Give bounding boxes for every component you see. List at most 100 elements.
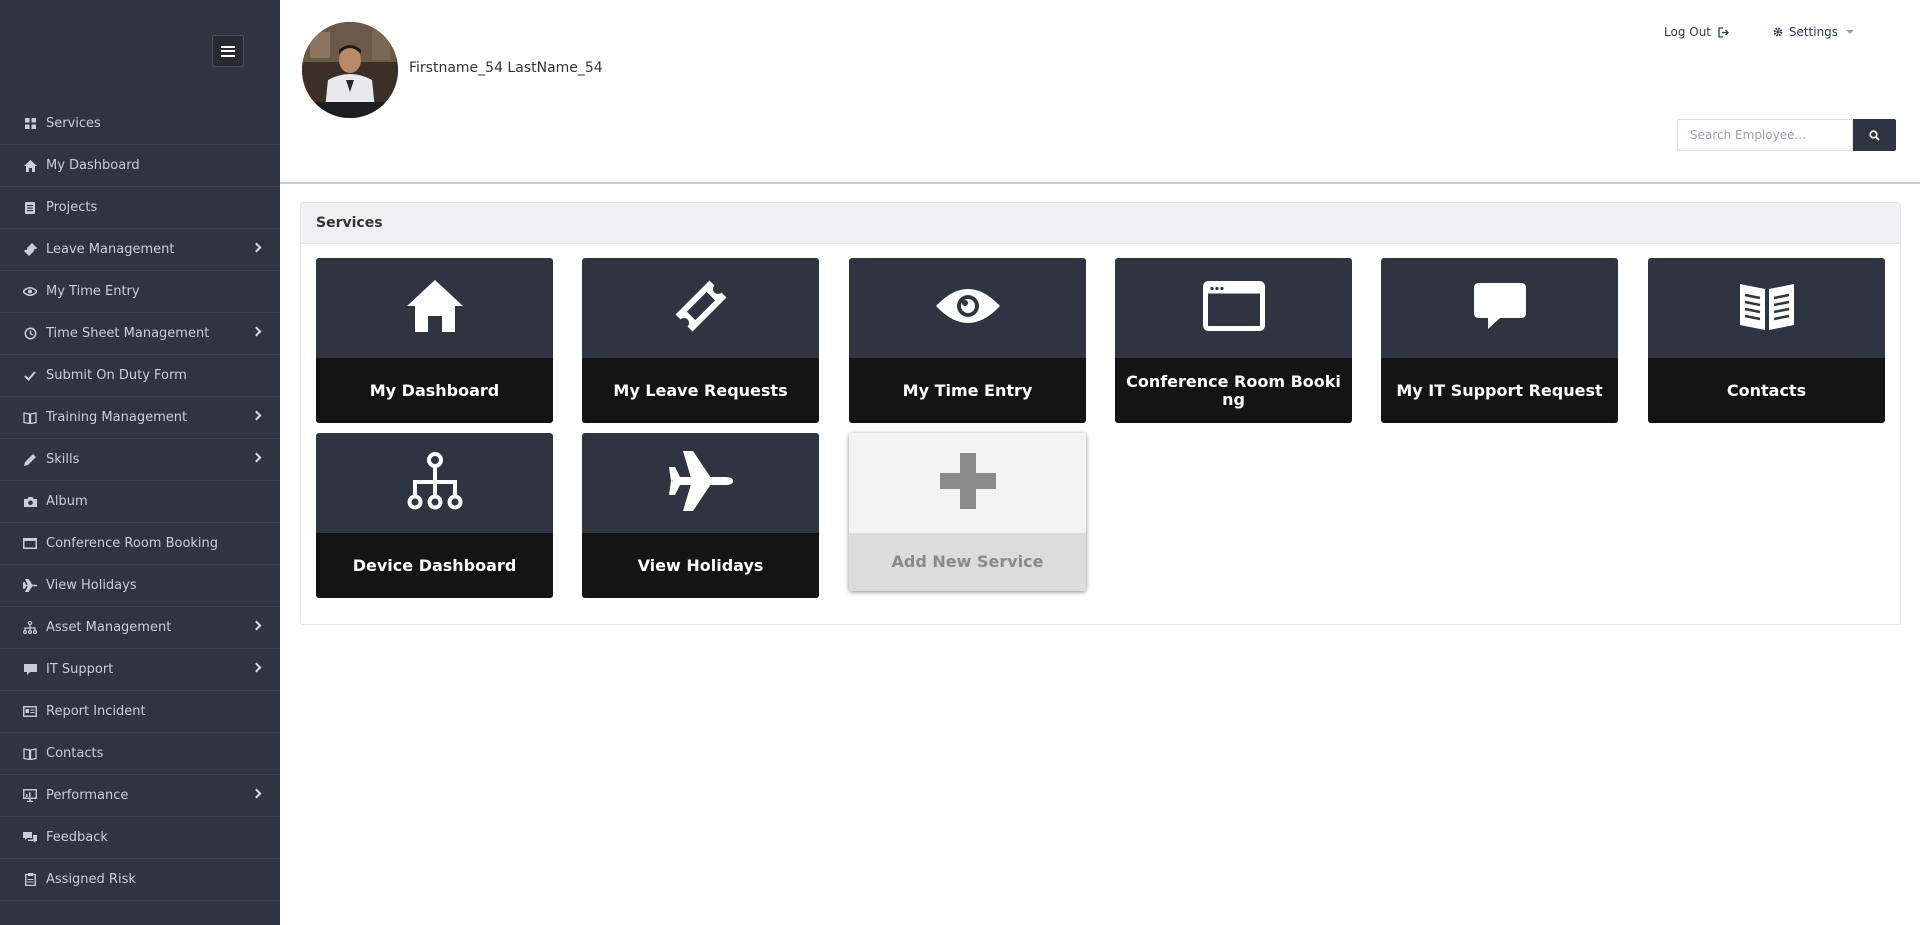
camera-icon	[23, 495, 37, 509]
chevron-right-icon	[251, 662, 262, 673]
tile-label: Contacts	[1648, 358, 1885, 423]
sidebar-item-label: My Dashboard	[46, 158, 140, 173]
sidebar-item-contacts[interactable]: Contacts	[0, 733, 280, 775]
panel-title: Services	[301, 203, 1900, 244]
sidebar-item-label: Projects	[46, 200, 98, 215]
check-icon	[23, 369, 37, 383]
search-button[interactable]	[1853, 119, 1896, 151]
tile-icon-area	[849, 433, 1086, 533]
chevron-right-icon	[251, 410, 262, 421]
sidebar-item-view-holidays[interactable]: View Holidays	[0, 565, 280, 607]
window-icon	[1202, 281, 1265, 335]
sidebar-item-label: Training Management	[46, 410, 188, 425]
history-icon	[23, 327, 37, 341]
comment-icon	[1473, 283, 1526, 333]
sidebar-item-report-incident[interactable]: Report Incident	[0, 691, 280, 733]
tile-label: My IT Support Request	[1381, 358, 1618, 423]
home-icon	[23, 159, 37, 173]
plus-icon	[939, 453, 996, 513]
search-icon	[1869, 126, 1880, 145]
sidebar-item-asset-management[interactable]: Asset Management	[0, 607, 280, 649]
settings-dropdown[interactable]: Settings	[1773, 25, 1854, 40]
document-icon	[23, 201, 37, 215]
sidebar-item-services[interactable]: Services	[0, 103, 280, 145]
chevron-right-icon	[251, 452, 262, 463]
chevron-right-icon	[251, 242, 262, 253]
book-icon	[23, 747, 37, 761]
search-employee-input[interactable]	[1677, 119, 1853, 151]
sidebar-item-leave-management[interactable]: Leave Management	[0, 229, 280, 271]
tile-my-it-support-request[interactable]: My IT Support Request	[1381, 258, 1618, 423]
sidebar-item-it-support[interactable]: IT Support	[0, 649, 280, 691]
sidebar-item-label: Feedback	[46, 830, 108, 845]
sidebar-item-label: Report Incident	[46, 704, 146, 719]
sidebar-item-performance[interactable]: Performance	[0, 775, 280, 817]
plane-icon	[668, 451, 733, 515]
sidebar-item-skills[interactable]: Skills	[0, 439, 280, 481]
sidebar-item-label: Conference Room Booking	[46, 536, 219, 551]
sidebar-item-label: Services	[46, 116, 101, 131]
sidebar-nav: Services My Dashboard Projects Leave Man…	[0, 103, 280, 901]
sidebar-item-training-management[interactable]: Training Management	[0, 397, 280, 439]
sidebar-item-label: Contacts	[46, 746, 104, 761]
plane-icon	[23, 579, 37, 593]
header: Firstname_54 LastName_54 Log Out Setting…	[280, 0, 1920, 184]
tile-label: My Dashboard	[316, 358, 553, 423]
sidebar-item-conference-room-booking[interactable]: Conference Room Booking	[0, 523, 280, 565]
sitemap-icon	[23, 621, 37, 635]
sitemap-icon	[405, 452, 465, 514]
ticket-icon	[671, 276, 731, 340]
sidebar-item-submit-on-duty-form[interactable]: Submit On Duty Form	[0, 355, 280, 397]
sidebar-item-label: Skills	[46, 452, 80, 467]
tile-add-new-service[interactable]: Add New Service	[849, 433, 1086, 591]
hamburger-icon	[221, 45, 235, 57]
sidebar-item-my-time-entry[interactable]: My Time Entry	[0, 271, 280, 313]
sidebar-item-album[interactable]: Album	[0, 481, 280, 523]
tile-label: View Holidays	[582, 533, 819, 598]
avatar[interactable]	[302, 22, 398, 118]
tile-icon-area	[849, 258, 1086, 358]
tile-my-time-entry[interactable]: My Time Entry	[849, 258, 1086, 423]
sidebar-item-label: Asset Management	[46, 620, 172, 635]
sidebar-item-projects[interactable]: Projects	[0, 187, 280, 229]
sidebar-item-label: Time Sheet Management	[46, 326, 210, 341]
gear-icon	[1773, 26, 1783, 40]
window-icon	[23, 537, 37, 551]
sidebar-item-label: Leave Management	[46, 242, 175, 257]
sidebar-item-assigned-risk[interactable]: Assigned Risk	[0, 859, 280, 901]
book-icon	[23, 411, 37, 425]
sidebar-item-label: Assigned Risk	[46, 872, 136, 887]
sidebar-item-feedback[interactable]: Feedback	[0, 817, 280, 859]
menu-toggle-button[interactable]	[212, 35, 244, 67]
grid-icon	[23, 117, 37, 131]
sidebar: Services My Dashboard Projects Leave Man…	[0, 0, 280, 925]
tile-conference-room-booking[interactable]: Conference Room Booki ng	[1115, 258, 1352, 423]
tile-icon-area	[1381, 258, 1618, 358]
sidebar-item-label: Performance	[46, 788, 129, 803]
sidebar-item-label: View Holidays	[46, 578, 137, 593]
book-open-icon	[1738, 280, 1796, 336]
sidebar-item-label: My Time Entry	[46, 284, 140, 299]
tile-label: My Time Entry	[849, 358, 1086, 423]
pencil-icon	[23, 453, 37, 467]
logout-link[interactable]: Log Out	[1664, 25, 1729, 41]
settings-label: Settings	[1788, 25, 1839, 39]
tile-icon-area	[582, 433, 819, 533]
id-card-icon	[23, 705, 37, 719]
tile-my-dashboard[interactable]: My Dashboard	[316, 258, 553, 423]
tile-icon-area	[582, 258, 819, 358]
sidebar-item-label: Album	[46, 494, 88, 509]
tile-my-leave-requests[interactable]: My Leave Requests	[582, 258, 819, 423]
sidebar-item-time-sheet-management[interactable]: Time Sheet Management	[0, 313, 280, 355]
sidebar-item-my-dashboard[interactable]: My Dashboard	[0, 145, 280, 187]
logout-label: Log Out	[1664, 25, 1712, 39]
presentation-icon	[23, 789, 37, 803]
caret-down-icon	[1845, 30, 1854, 34]
tile-icon-area	[316, 433, 553, 533]
comment-icon	[23, 663, 37, 677]
tile-view-holidays[interactable]: View Holidays	[582, 433, 819, 598]
tile-device-dashboard[interactable]: Device Dashboard	[316, 433, 553, 598]
sidebar-item-label: IT Support	[46, 662, 114, 677]
tile-contacts[interactable]: Contacts	[1648, 258, 1885, 423]
user-name: Firstname_54 LastName_54	[409, 60, 603, 76]
